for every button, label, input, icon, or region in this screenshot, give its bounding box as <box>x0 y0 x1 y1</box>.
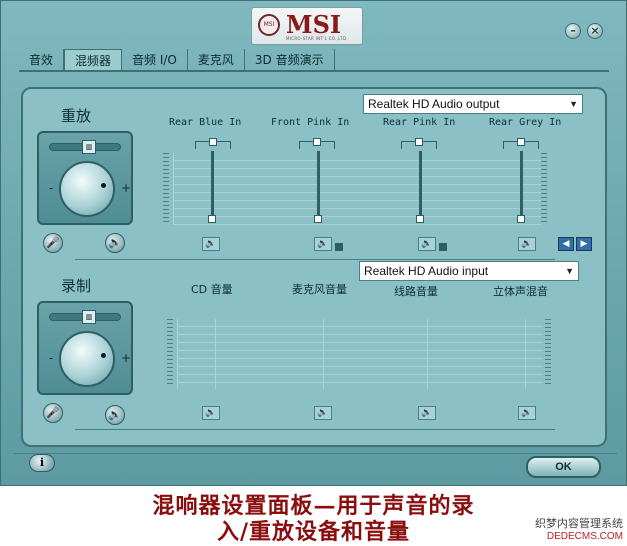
record-fader-area <box>177 319 543 389</box>
record-title: 录制 <box>61 277 92 295</box>
record-channel-label: 麦克风音量 <box>292 283 347 296</box>
record-balance-thumb[interactable]: ▥ <box>82 310 96 324</box>
tab-bar: 音效 混频器 音频 I/O 麦克风 3D 音频演示 <box>19 49 335 71</box>
fader-thumb[interactable] <box>517 215 525 223</box>
fader-balance-thumb[interactable] <box>209 138 217 146</box>
record-fader-track[interactable] <box>525 319 526 389</box>
tab-microphone[interactable]: 麦克风 <box>188 49 245 71</box>
output-device-value: Realtek HD Audio output <box>368 97 500 111</box>
record-channel-label: CD 音量 <box>191 283 233 296</box>
tab-3d-demo[interactable]: 3D 音频演示 <box>245 49 335 71</box>
watermark-title: 织梦内容管理系统 <box>535 517 623 530</box>
fader-track[interactable] <box>419 151 422 221</box>
fader-thumb[interactable] <box>416 215 424 223</box>
tab-audio-io[interactable]: 音频 I/O <box>122 49 188 71</box>
record-channel-label: 立体声混音 <box>493 285 548 298</box>
record-fader-track[interactable] <box>427 319 428 389</box>
mute-button[interactable]: 🔈 <box>518 237 536 251</box>
playback-balance-slider[interactable]: ▥ <box>49 140 121 154</box>
fader-thumb[interactable] <box>314 215 322 223</box>
fader-balance-thumb[interactable] <box>415 138 423 146</box>
volume-minus-label: - <box>49 181 54 195</box>
fader-track[interactable] <box>520 151 523 221</box>
minimize-button[interactable]: – <box>565 23 581 39</box>
close-button[interactable]: × <box>587 23 603 39</box>
msi-badge-icon: MSI <box>258 14 280 36</box>
tab-sound-effects[interactable]: 音效 <box>19 49 65 71</box>
playback-title: 重放 <box>61 107 92 125</box>
record-mute-button[interactable]: 🔈 <box>314 406 332 420</box>
mute-button[interactable]: 🔈 <box>418 237 436 251</box>
record-mute-button[interactable]: 🔈 <box>518 406 536 420</box>
channel-label: Rear Blue In <box>169 117 242 128</box>
playback-scale-right <box>541 153 547 223</box>
msi-logo: MSI MSI MICRO-STAR INT'L CO.,LTD. <box>251 7 363 45</box>
fader-thumb[interactable] <box>208 215 216 223</box>
record-mute-button[interactable]: 🔈 <box>202 406 220 420</box>
chevron-down-icon: ▼ <box>569 99 578 109</box>
channel-label: Front Pink In <box>271 117 350 128</box>
fader-balance-thumb[interactable] <box>313 138 321 146</box>
record-scale-left <box>167 319 173 387</box>
input-device-value: Realtek HD Audio input <box>364 264 489 278</box>
record-volume-knob[interactable] <box>59 331 115 387</box>
chevron-down-icon: ▼ <box>565 266 574 276</box>
playback-balance-thumb[interactable]: ▥ <box>82 140 96 154</box>
playback-fader-area <box>173 153 541 225</box>
section-divider <box>75 259 555 260</box>
fader-track[interactable] <box>317 151 320 221</box>
volume-minus-label: - <box>49 351 54 365</box>
volume-plus-label: + <box>121 351 132 365</box>
brand-subtitle: MICRO-STAR INT'L CO.,LTD. <box>286 36 348 41</box>
knob-indicator <box>101 183 106 188</box>
scroll-left-button[interactable]: ◀ <box>558 237 574 251</box>
tab-mixer[interactable]: 混频器 <box>64 49 123 71</box>
brand-title: MSI <box>286 10 342 39</box>
playback-mic-icon[interactable]: 🎤 <box>43 233 63 253</box>
ok-button[interactable]: OK <box>526 456 601 478</box>
record-balance-slider[interactable]: ▥ <box>49 310 121 324</box>
mic-boost-toggle[interactable] <box>439 243 447 251</box>
record-scale-right <box>545 319 551 387</box>
playback-scale-left <box>163 153 169 223</box>
mute-button[interactable]: 🔈 <box>314 237 332 251</box>
section-divider <box>75 429 555 430</box>
record-mute-icon[interactable]: 🔊 <box>105 405 125 425</box>
mute-button[interactable]: 🔈 <box>202 237 220 251</box>
watermark-url: DEDECMS.COM <box>546 531 623 542</box>
caption-line-2: 入/重放设备和音量 <box>216 519 411 545</box>
tab-divider <box>19 70 609 72</box>
volume-plus-label: + <box>121 181 132 195</box>
fader-balance-thumb[interactable] <box>517 138 525 146</box>
watermark: 织梦内容管理系统 DEDECMS.COM <box>535 515 623 542</box>
record-fader-track[interactable] <box>215 319 216 389</box>
channel-label: Rear Pink In <box>383 117 456 128</box>
playback-mute-icon[interactable]: 🔊 <box>105 233 125 253</box>
playback-volume-knob[interactable] <box>59 161 115 217</box>
fader-track[interactable] <box>211 151 214 221</box>
record-channel-label: 线路音量 <box>394 285 438 298</box>
knob-indicator <box>101 353 106 358</box>
record-mic-icon[interactable]: 🎤 <box>43 403 63 423</box>
playback-volume-panel: ▥ - + <box>37 131 133 225</box>
scroll-right-button[interactable]: ▶ <box>576 237 592 251</box>
record-volume-panel: ▥ - + <box>37 301 133 395</box>
input-device-select[interactable]: Realtek HD Audio input ▼ <box>359 261 579 281</box>
mixer-window: MSI MSI MICRO-STAR INT'L CO.,LTD. – × 音效… <box>0 0 627 486</box>
record-fader-track[interactable] <box>323 319 324 389</box>
mic-boost-toggle[interactable] <box>335 243 343 251</box>
output-device-select[interactable]: Realtek HD Audio output ▼ <box>363 94 583 114</box>
info-button[interactable]: i <box>29 454 55 472</box>
channel-label: Rear Grey In <box>489 117 562 128</box>
record-mute-button[interactable]: 🔈 <box>418 406 436 420</box>
